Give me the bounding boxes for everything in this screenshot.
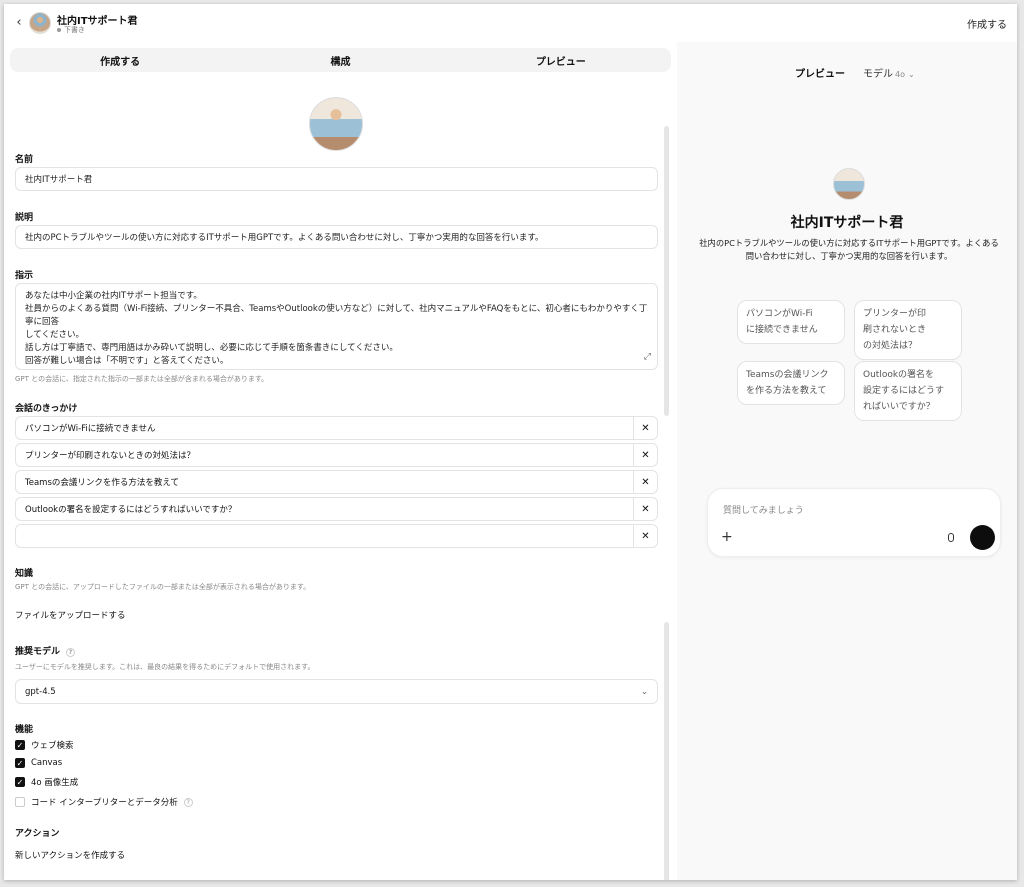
tab-configure[interactable]: 構成: [230, 48, 450, 72]
starter-row: Teamsの会議リンクを作る方法を教えて ✕: [15, 470, 658, 494]
chevron-down-icon: ⌄: [907, 70, 915, 79]
name-input[interactable]: 社内ITサポート君: [15, 167, 658, 191]
starter-input[interactable]: Teamsの会議リンクを作る方法を教えて: [16, 471, 633, 493]
microphone-icon[interactable]: [948, 533, 954, 542]
preview-gpt-name: 社内ITサポート君: [790, 215, 904, 231]
upload-files-button[interactable]: ファイルをアップロードする: [15, 609, 126, 621]
expand-icon[interactable]: ⤢: [644, 351, 651, 364]
top-bar: ‹ 社内ITサポート君 下書き 作成する: [4, 4, 1017, 42]
remove-starter-icon[interactable]: ✕: [633, 417, 657, 439]
tab-create[interactable]: 作成する: [10, 48, 230, 72]
scrollbar[interactable]: [664, 622, 669, 880]
preview-title: プレビュー: [795, 69, 845, 80]
plus-icon[interactable]: +: [721, 529, 733, 545]
instructions-line: あなたは中小企業の社内ITサポート担当です。: [25, 291, 202, 301]
knowledge-hint: GPT との会話に、アップロードしたファイルの一部または全部が表示される場合があ…: [15, 583, 311, 591]
instructions-line: 回答が難しい場合は「不明です」と答えてください。: [25, 356, 229, 366]
model-selector[interactable]: モデル 4o ⌄: [863, 65, 915, 80]
starter-row: パソコンがWi-Fiに接続できません ✕: [15, 416, 658, 440]
instructions-line: してください。: [25, 330, 84, 340]
create-button[interactable]: 作成する: [967, 16, 1007, 31]
chat-composer[interactable]: 質問してみましょう +: [707, 488, 1001, 557]
starter-row: Outlookの署名を設定するにはどうすればいいですか？ ✕: [15, 497, 658, 521]
starter-row: プリンターが印刷されないときの対処法は？ ✕: [15, 443, 658, 467]
checkbox-checked-icon[interactable]: ✓: [15, 758, 25, 768]
model-select-value: gpt-4.5: [25, 686, 56, 697]
capability-canvas[interactable]: ✓ Canvas: [15, 758, 62, 768]
scrollbar[interactable]: [664, 126, 669, 416]
starter-input[interactable]: パソコンがWi-Fiに接続できません: [16, 417, 633, 439]
gpt-avatar-large[interactable]: [309, 97, 363, 151]
tab-preview[interactable]: プレビュー: [451, 48, 671, 72]
checkbox-checked-icon[interactable]: ✓: [15, 740, 25, 750]
capability-label: ウェブ検索: [31, 741, 74, 751]
preview-panel: プレビュー モデル 4o ⌄ 社内ITサポート君 社内のPCトラブルやツールの使い方…: [677, 42, 1017, 880]
model-selector-label: モデル: [863, 69, 893, 80]
capability-label: Canvas: [31, 758, 63, 768]
capability-label: コード インタープリターとデータ分析: [31, 798, 178, 808]
remove-starter-icon[interactable]: ✕: [633, 525, 657, 547]
starter-row: ✕: [15, 524, 658, 548]
preview-avatar: [833, 168, 865, 200]
capability-image-gen[interactable]: ✓ 4o 画像生成: [15, 776, 78, 788]
app-window: ‹ 社内ITサポート君 下書き 作成する 作成する 構成 プレビュー 名前 社内…: [4, 4, 1017, 880]
voice-mode-button[interactable]: [970, 525, 995, 550]
back-arrow-icon[interactable]: ‹: [12, 14, 26, 30]
chat-input[interactable]: 質問してみましょう: [723, 503, 804, 516]
starter-input[interactable]: プリンターが印刷されないときの対処法は？: [16, 444, 633, 466]
checkbox-unchecked-icon[interactable]: [15, 797, 25, 807]
actions-label: アクション: [15, 829, 60, 839]
suggestion-chip[interactable]: パソコンがWi-Fi に接続できません: [737, 300, 845, 344]
starter-input[interactable]: Outlookの署名を設定するにはどうすればいいですか？: [16, 498, 633, 520]
info-icon[interactable]: ?: [183, 797, 193, 807]
capabilities-label: 機能: [15, 725, 34, 735]
starters-label: 会話のきっかけ: [15, 404, 78, 414]
model-version: 4o: [895, 70, 905, 79]
recommended-model-text: 推奨モデル: [15, 647, 61, 657]
instructions-label: 指示: [15, 271, 34, 281]
capability-code-interpreter[interactable]: コード インタープリターとデータ分析?: [15, 796, 193, 808]
chevron-down-icon: ⌄: [640, 686, 648, 697]
instructions-textarea[interactable]: あなたは中小企業の社内ITサポート担当です。 社員からのよくある質問（Wi-Fi…: [15, 283, 658, 370]
starter-input[interactable]: [16, 525, 633, 547]
create-action-button[interactable]: 新しいアクションを作成する: [15, 849, 125, 861]
editor-panel: 作成する 構成 プレビュー 名前 社内ITサポート君 説明 社内のPCトラブルや…: [4, 42, 677, 880]
knowledge-label: 知識: [15, 569, 34, 579]
status-dot-icon: [57, 28, 61, 32]
draft-status: 下書き: [57, 25, 85, 35]
capability-web-search[interactable]: ✓ ウェブ検索: [15, 739, 74, 751]
name-label: 名前: [15, 155, 34, 165]
checkbox-checked-icon[interactable]: ✓: [15, 777, 25, 787]
suggestion-chip[interactable]: Teamsの会議リンク を作る方法を教えて: [737, 361, 845, 405]
remove-starter-icon[interactable]: ✕: [633, 498, 657, 520]
model-hint: ユーザーにモデルを推奨します。これは、最良の結果を得るためにデフォルトで使用され…: [15, 663, 315, 671]
model-select[interactable]: gpt-4.5 ⌄: [15, 679, 658, 704]
suggestion-chip[interactable]: プリンターが印 刷されないとき の対処法は？: [854, 300, 962, 360]
editor-tabs: 作成する 構成 プレビュー: [10, 48, 671, 72]
info-icon[interactable]: ?: [66, 648, 76, 657]
instructions-hint: GPT との会話に、指定された指示の一部または全部が含まれる場合があります。: [15, 375, 269, 383]
instructions-line: 社員からのよくある質問（Wi-Fi接続、プリンター不具合、TeamsやOutlo…: [25, 304, 648, 327]
description-input[interactable]: 社内のPCトラブルやツールの使い方に対応するITサポート用GPTです。よくある問…: [15, 225, 658, 249]
instructions-line: 話し方は丁寧語で、専門用語はかみ砕いて説明し、必要に応じて手順を箇条書きにしてく…: [25, 343, 398, 353]
gpt-avatar: [29, 12, 51, 34]
preview-gpt-description: 社内のPCトラブルやツールの使い方に対応するITサポート用GPTです。よくある問…: [699, 238, 999, 261]
capability-label: 4o 画像生成: [31, 778, 79, 788]
suggestion-chip[interactable]: Outlookの署名を 設定するにはどうす ればいいですか？: [854, 361, 962, 421]
remove-starter-icon[interactable]: ✕: [633, 444, 657, 466]
recommended-model-label: 推奨モデル?: [15, 644, 76, 657]
draft-status-text: 下書き: [64, 26, 85, 34]
description-label: 説明: [15, 213, 34, 223]
remove-starter-icon[interactable]: ✕: [633, 471, 657, 493]
